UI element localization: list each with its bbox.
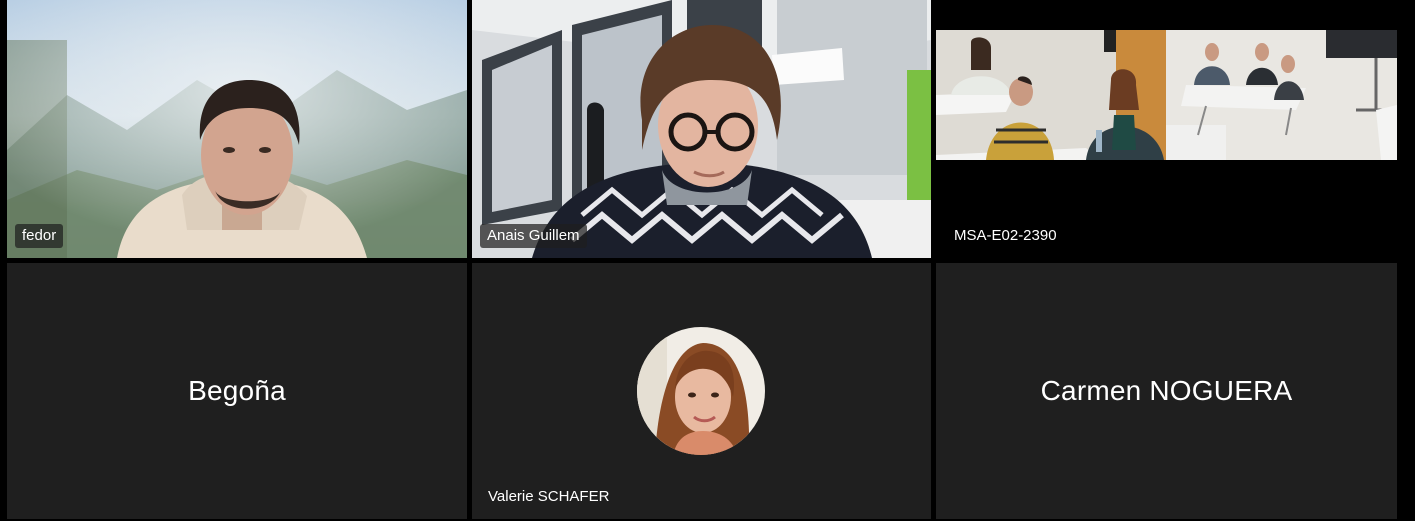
video-tile-room[interactable]: MSA-E02-2390 xyxy=(936,0,1397,258)
video-feed-room xyxy=(936,30,1397,160)
video-feed-anais-guillem xyxy=(472,0,931,258)
participant-name-room: MSA-E02-2390 xyxy=(954,227,1057,244)
meeting-gallery-view: fedor Anais Guillem MSA-E02-2390 Begoña … xyxy=(0,0,1415,521)
photo-avatar-image xyxy=(637,327,765,455)
video-feed-fedor xyxy=(7,0,467,258)
participant-name-valerie-schafer: Valerie SCHAFER xyxy=(488,488,610,505)
participant-tile-valerie-schafer[interactable]: Valerie SCHAFER xyxy=(472,263,931,519)
participant-tile-begona[interactable]: Begoña xyxy=(7,263,467,519)
participant-name-fedor: fedor xyxy=(15,224,64,248)
video-tile-anais-guillem[interactable]: Anais Guillem xyxy=(472,0,931,258)
participant-tile-carmen-noguera[interactable]: Carmen NOGUERA xyxy=(936,263,1397,519)
participant-name-begona: Begoña xyxy=(188,375,286,406)
video-tile-fedor[interactable]: fedor xyxy=(7,0,467,258)
participant-name-carmen-noguera: Carmen NOGUERA xyxy=(1040,375,1293,406)
participant-name-anais-guillem: Anais Guillem xyxy=(480,224,587,248)
avatar xyxy=(637,327,765,455)
